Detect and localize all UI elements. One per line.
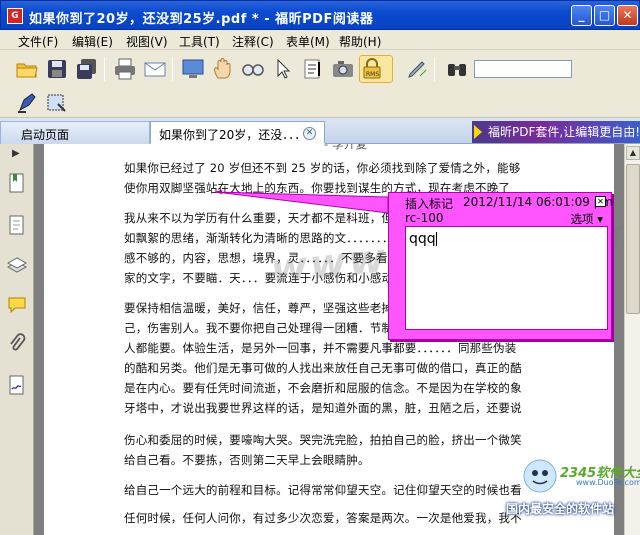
- maximize-button[interactable]: □: [594, 5, 615, 26]
- menu-edit[interactable]: 编辑(E): [72, 33, 113, 50]
- note-text-area[interactable]: qqq: [405, 226, 608, 330]
- email-icon[interactable]: [142, 56, 168, 82]
- menu-comments[interactable]: 注释(C): [232, 33, 274, 50]
- toolbar-separator: [104, 57, 105, 81]
- note-timestamp: 2012/11/14 06:01:09 pm: [463, 195, 613, 209]
- note-options-menu[interactable]: 选项 ▾: [571, 211, 603, 227]
- find-binoculars-icon[interactable]: [444, 56, 470, 82]
- note-type-label: 插入标记: [405, 197, 454, 211]
- toolbar-separator: [172, 57, 173, 81]
- page-thumbnails-icon[interactable]: [6, 214, 28, 236]
- area-highlight-icon[interactable]: [44, 90, 70, 116]
- scroll-thumb[interactable]: [626, 164, 640, 314]
- page-heading-fragment: - 李开复: [324, 144, 368, 151]
- highlight-pen-icon[interactable]: [14, 90, 40, 116]
- window-title: 如果你到了20岁，还没到25岁.pdf * - 福昕PDF阅读器: [29, 12, 374, 27]
- tab-current-document[interactable]: 如果你到了20岁，还没．．． ✕: [150, 121, 325, 144]
- site-logo-icon: [523, 459, 557, 493]
- title-bar: G 如果你到了20岁，还没到25岁.pdf * - 福昕PDF阅读器 _ □ ✕: [0, 0, 640, 30]
- text-caret: [435, 232, 437, 246]
- paragraph-5: 给自己一个远大的前程和目标。记得常常仰望天空。记住仰望天空的时候也看脚下。: [124, 483, 522, 497]
- save-icon[interactable]: [44, 56, 70, 82]
- tab-label: 如果你到了20岁，还没．．．: [159, 128, 307, 142]
- paragraph-4: 伤心和委屈的时候，要嚎啕大哭。哭完洗完脸，拍拍自己的脸，挤出一个微笑给自己看。不…: [124, 433, 522, 467]
- signatures-icon[interactable]: [6, 374, 28, 396]
- close-button[interactable]: ✕: [617, 5, 638, 26]
- note-close-button[interactable]: ✕: [595, 196, 606, 207]
- save-all-icon[interactable]: [74, 56, 100, 82]
- toolbar-separator: [434, 57, 435, 81]
- menu-help[interactable]: 帮助(H): [339, 33, 381, 50]
- print-icon[interactable]: [112, 56, 138, 82]
- site-tagline: 国内最安全的软件站: [506, 502, 615, 516]
- sign-pen-icon[interactable]: [404, 56, 430, 82]
- paragraph-6: 任何时候，任何人问你，有过多少次恋爱，答案是两次。一次是他爱我，我不爱他。一次是: [124, 511, 522, 525]
- comment-popup-note[interactable]: 插入标记 2012/11/14 06:01:09 pm ✕ rc-100 选项 …: [388, 192, 613, 340]
- menu-view[interactable]: 视图(V): [126, 33, 168, 50]
- snapshot-camera-icon[interactable]: [330, 56, 356, 82]
- menu-forms[interactable]: 表单(M): [286, 33, 330, 50]
- site-url: www.DuoTe.com: [576, 478, 640, 487]
- minimize-button[interactable]: _: [571, 5, 592, 26]
- fullscreen-icon[interactable]: [180, 56, 206, 82]
- menu-bar: 文件(F) 编辑(E) 视图(V) 工具(T) 注释(C) 表单(M) 帮助(H…: [0, 30, 640, 50]
- tab-start-page[interactable]: 启动页面: [0, 121, 150, 144]
- promo-banner[interactable]: 福昕PDF套件,让编辑更自由!: [472, 121, 640, 143]
- attachments-paperclip-icon[interactable]: [6, 332, 28, 354]
- tab-close-icon[interactable]: ✕: [303, 127, 316, 140]
- layers-icon[interactable]: [6, 254, 28, 276]
- navigation-panel: ▶: [0, 144, 34, 535]
- expand-panel-icon[interactable]: ▶: [12, 148, 20, 159]
- svg-text:RMS: RMS: [366, 71, 379, 78]
- rms-protect-icon[interactable]: RMS: [359, 55, 393, 83]
- secondary-toolbar: [0, 88, 640, 118]
- zoom-glasses-icon[interactable]: [240, 56, 266, 82]
- open-folder-icon[interactable]: [14, 56, 40, 82]
- comments-icon[interactable]: [6, 294, 28, 316]
- hand-tool-icon[interactable]: [210, 56, 236, 82]
- note-content: qqq: [409, 231, 436, 247]
- menu-tools[interactable]: 工具(T): [179, 33, 220, 50]
- menu-file[interactable]: 文件(F): [18, 33, 58, 50]
- note-author: rc-100: [405, 211, 444, 225]
- select-text-icon[interactable]: [300, 56, 326, 82]
- bookmarks-icon[interactable]: [6, 172, 28, 194]
- search-input[interactable]: [474, 60, 572, 78]
- scroll-up-arrow-icon[interactable]: ▲: [626, 146, 640, 160]
- foxit-app-icon[interactable]: G: [7, 8, 23, 24]
- select-arrow-icon[interactable]: [270, 56, 296, 82]
- tab-label: 启动页面: [21, 128, 70, 142]
